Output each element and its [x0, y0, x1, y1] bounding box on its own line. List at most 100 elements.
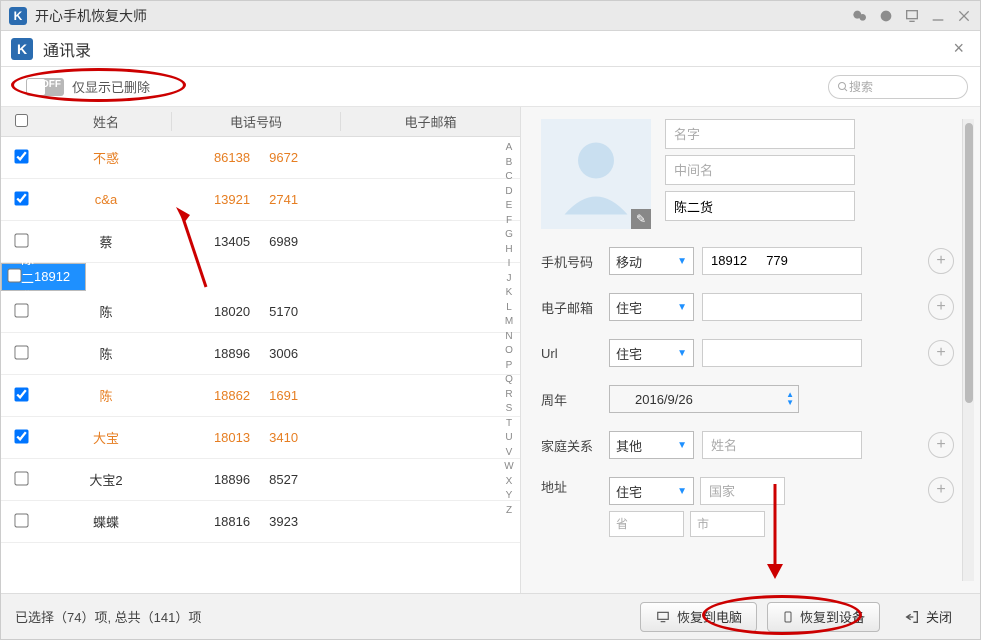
addr-type-select[interactable]: 住宅▼: [609, 477, 694, 505]
alpha-letter[interactable]: N: [502, 330, 516, 345]
alpha-letter[interactable]: X: [502, 475, 516, 490]
avatar-edit-button[interactable]: ✎: [631, 209, 651, 229]
url-input[interactable]: [702, 339, 862, 367]
chevron-down-icon: ▼: [677, 440, 687, 451]
table-row[interactable]: 陈18862⠀⠀1691: [1, 375, 520, 417]
city-input[interactable]: [690, 511, 765, 537]
alpha-letter[interactable]: O: [502, 344, 516, 359]
url-label: Url: [541, 346, 601, 361]
email-input[interactable]: [702, 293, 862, 321]
row-phone: 18912⠀⠀779: [34, 269, 111, 285]
url-type-select[interactable]: 住宅▼: [609, 339, 694, 367]
search-box[interactable]: [828, 75, 968, 99]
alpha-letter[interactable]: E: [502, 199, 516, 214]
close-button[interactable]: 关闭: [890, 602, 966, 632]
alpha-letter[interactable]: Q: [502, 373, 516, 388]
restore-to-pc-button[interactable]: 恢复到电脑: [640, 602, 757, 632]
add-phone-button[interactable]: +: [928, 248, 954, 274]
alpha-letter[interactable]: K: [502, 286, 516, 301]
select-all-checkbox[interactable]: [15, 114, 28, 127]
table-row[interactable]: 大宝218896⠀⠀8527: [1, 459, 520, 501]
row-phone: 13405⠀⠀6989: [171, 234, 341, 250]
row-checkbox[interactable]: [14, 345, 28, 359]
table-row[interactable]: c&a13921⠀⠀2741: [1, 179, 520, 221]
alpha-letter[interactable]: D: [502, 185, 516, 200]
alpha-letter[interactable]: S: [502, 402, 516, 417]
row-checkbox[interactable]: [7, 268, 21, 282]
row-checkbox[interactable]: [14, 471, 28, 485]
add-family-button[interactable]: +: [928, 432, 954, 458]
alpha-letter[interactable]: U: [502, 431, 516, 446]
alpha-letter[interactable]: A: [502, 141, 516, 156]
alpha-index[interactable]: ABCDEFGHIJKLMNOPQRSTUVWXYZ: [502, 141, 516, 518]
alpha-letter[interactable]: I: [502, 257, 516, 272]
module-title: 通讯录: [43, 37, 947, 61]
row-name: 大宝2: [41, 470, 171, 489]
last-name-input[interactable]: [665, 191, 855, 221]
row-checkbox[interactable]: [14, 191, 28, 205]
row-name: 蔡: [41, 232, 171, 251]
row-checkbox[interactable]: [14, 513, 28, 527]
alpha-letter[interactable]: T: [502, 417, 516, 432]
add-url-button[interactable]: +: [928, 340, 954, 366]
alpha-letter[interactable]: J: [502, 272, 516, 287]
alpha-letter[interactable]: P: [502, 359, 516, 374]
row-checkbox[interactable]: [14, 303, 28, 317]
email-type-select[interactable]: 住宅▼: [609, 293, 694, 321]
table-row[interactable]: 陈18020⠀⠀5170: [1, 291, 520, 333]
phone-input[interactable]: [702, 247, 862, 275]
add-email-button[interactable]: +: [928, 294, 954, 320]
chevron-down-icon: ▼: [677, 256, 687, 267]
row-phone: 86138⠀⠀9672: [171, 150, 341, 166]
middle-name-input[interactable]: [665, 155, 855, 185]
alpha-letter[interactable]: Y: [502, 489, 516, 504]
alpha-letter[interactable]: R: [502, 388, 516, 403]
chevron-down-icon: ▼: [677, 348, 687, 359]
table-row[interactable]: 陈二货18912⠀⠀779: [1, 263, 86, 291]
alpha-letter[interactable]: L: [502, 301, 516, 316]
avatar-placeholder-icon: [551, 129, 641, 219]
row-checkbox[interactable]: [14, 149, 28, 163]
phone-type-select[interactable]: 移动▼: [609, 247, 694, 275]
row-phone: 18862⠀⠀1691: [171, 388, 341, 404]
deleted-only-toggle[interactable]: OFF: [26, 78, 64, 96]
family-name-input[interactable]: [702, 431, 862, 459]
detail-scrollbar[interactable]: [962, 119, 974, 581]
table-row[interactable]: 大宝18013⠀⠀3410: [1, 417, 520, 459]
alpha-letter[interactable]: V: [502, 446, 516, 461]
col-header-name[interactable]: 姓名: [41, 112, 171, 131]
alpha-letter[interactable]: H: [502, 243, 516, 258]
col-header-phone[interactable]: 电话号码: [171, 112, 341, 131]
alpha-letter[interactable]: G: [502, 228, 516, 243]
country-input[interactable]: [700, 477, 785, 505]
close-panel-button[interactable]: ×: [947, 38, 970, 59]
chat-icon[interactable]: [878, 8, 894, 24]
table-row[interactable]: 蔡13405⠀⠀6989: [1, 221, 520, 263]
col-header-email[interactable]: 电子邮箱: [341, 112, 520, 131]
row-checkbox[interactable]: [14, 233, 28, 247]
search-input[interactable]: [849, 80, 949, 94]
feedback-icon[interactable]: [904, 8, 920, 24]
province-input[interactable]: [609, 511, 684, 537]
restore-to-device-button[interactable]: 恢复到设备: [767, 602, 880, 632]
row-name: 不惑: [41, 148, 171, 167]
row-checkbox[interactable]: [14, 429, 28, 443]
anniv-date-input[interactable]: 2016/9/26 ▲▼: [609, 385, 799, 413]
family-type-select[interactable]: 其他▼: [609, 431, 694, 459]
close-window-icon[interactable]: [956, 8, 972, 24]
alpha-letter[interactable]: Z: [502, 504, 516, 519]
alpha-letter[interactable]: F: [502, 214, 516, 229]
row-checkbox[interactable]: [14, 387, 28, 401]
alpha-letter[interactable]: W: [502, 460, 516, 475]
minimize-icon[interactable]: [930, 8, 946, 24]
wechat-icon[interactable]: [852, 8, 868, 24]
table-row[interactable]: 陈18896⠀⠀3006: [1, 333, 520, 375]
date-spinner[interactable]: ▲▼: [786, 391, 794, 407]
first-name-input[interactable]: [665, 119, 855, 149]
alpha-letter[interactable]: C: [502, 170, 516, 185]
table-row[interactable]: 不惑86138⠀⠀9672: [1, 137, 520, 179]
alpha-letter[interactable]: B: [502, 156, 516, 171]
add-addr-button[interactable]: +: [928, 477, 954, 503]
table-row[interactable]: 蝶蝶18816⠀⠀3923: [1, 501, 520, 543]
alpha-letter[interactable]: M: [502, 315, 516, 330]
